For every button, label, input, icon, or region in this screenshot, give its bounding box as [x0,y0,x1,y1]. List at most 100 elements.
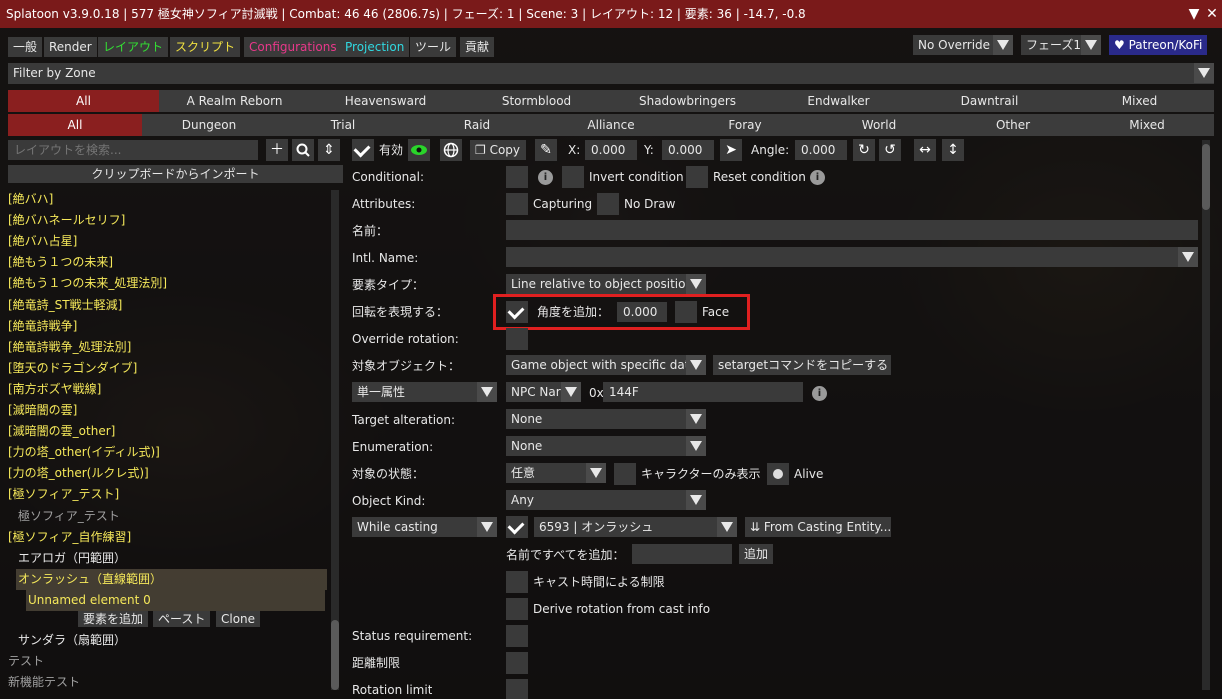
tab-expansion-sb[interactable]: Stormblood [461,90,612,112]
tab-type-dungeon[interactable]: Dungeon [142,114,276,136]
tree-item[interactable]: [絶バハ] [8,189,53,210]
tree-item[interactable]: オンラッシュ（直線範囲） [16,568,327,590]
tab-type-alliance[interactable]: Alliance [544,114,678,136]
tab-type-other[interactable]: Other [946,114,1080,136]
search-zoom-icon[interactable] [292,139,314,161]
tree-scrollbar[interactable] [331,190,339,690]
add-element-button[interactable]: 要素を追加 [78,611,149,627]
tab-expansion-shb[interactable]: Shadowbringers [612,90,763,112]
add-all-by-name-input[interactable] [632,544,732,564]
tree-item[interactable]: サンダラ（扇範囲） [18,630,126,651]
tree-item[interactable]: 極ソフィア_テスト [18,506,120,527]
no-draw-checkbox[interactable] [597,193,619,215]
tree-item[interactable]: [絶もう１つの未来] [8,252,113,273]
intl-name-select[interactable] [506,247,1198,267]
tab-type-mixed[interactable]: Mixed [1080,114,1214,136]
tree-item[interactable]: エアロガ（円範囲） [18,548,126,569]
capturing-checkbox[interactable] [506,193,528,215]
copy-button[interactable]: ❐ Copy [470,140,526,160]
tree-item[interactable]: [堕天のドラゴンダイブ] [8,358,137,379]
rotation-limit-checkbox[interactable] [506,679,528,699]
conditional-checkbox[interactable] [506,166,528,188]
tree-item[interactable]: [極ソフィア_テスト] [8,484,119,505]
tree-item[interactable]: [滅暗闇の雲] [8,400,77,421]
casting-checkbox[interactable] [506,516,528,538]
tab-type-all[interactable]: All [8,114,142,136]
from-casting-entity-button[interactable]: ⇊ From Casting Entity... [745,517,891,537]
clone-button[interactable]: Clone [216,611,261,627]
tab-expansion-all[interactable]: All [8,90,159,112]
alive-checkbox[interactable] [767,463,789,485]
tree-item[interactable]: [力の塔_other(イディル式)] [8,442,160,463]
npc-name-select[interactable]: NPC Nar [506,382,581,402]
window-title[interactable]: Splatoon v3.9.0.18 | 577 極女神ソフィア討滅戦 | Co… [0,0,1222,28]
target-alteration-select[interactable]: None [506,409,706,429]
tree-item[interactable]: [絶竜詩_ST戦士軽減] [8,295,122,316]
tab-type-raid[interactable]: Raid [410,114,544,136]
tab-expansion-arr[interactable]: A Realm Reborn [159,90,310,112]
tab-tools[interactable]: ツール [410,37,457,57]
tree-item[interactable]: [絶もう１つの未来_処理法別] [8,273,167,294]
rotate-cw-icon[interactable]: ↻ [853,139,875,161]
layout-search-input[interactable] [8,140,258,160]
collapse-icon[interactable]: ▼ [1186,0,1202,28]
tab-render[interactable]: Render [44,37,97,57]
flip-horizontal-icon[interactable]: ↔ [914,139,936,161]
tree-item[interactable]: [絶バハネールセリフ] [8,210,125,231]
tab-type-foray[interactable]: Foray [678,114,812,136]
paste-button[interactable]: ペースト [153,611,211,627]
tab-type-world[interactable]: World [812,114,946,136]
tree-item[interactable]: [絶竜詩戦争_処理法別] [8,337,131,358]
tab-expansion-mixed[interactable]: Mixed [1065,90,1214,112]
override-select[interactable]: No Override [913,35,1013,55]
phase-select[interactable]: フェーズ1 [1021,35,1101,55]
reset-condition-checkbox[interactable] [686,166,708,188]
add-button[interactable]: 追加 [739,544,774,564]
tab-expansion-hw[interactable]: Heavensward [310,90,461,112]
tree-item[interactable]: [極ソフィア_自作練習] [8,527,131,548]
settings-scrollbar[interactable] [1202,140,1210,690]
target-state-select[interactable]: 任意 [506,463,606,483]
add-layout-icon[interactable]: ＋ [266,139,288,161]
tab-expansion-dt[interactable]: Dawntrail [914,90,1065,112]
tab-script[interactable]: スクリプト [170,37,241,57]
tree-item[interactable]: [南方ボズヤ戦線] [8,379,101,400]
copy-settarget-button[interactable]: setargetコマンドをコピーする [713,355,891,375]
element-type-select[interactable]: Line relative to object position [506,274,706,294]
cast-time-limit-checkbox[interactable] [506,571,528,593]
eye-icon[interactable] [408,139,430,161]
y-input[interactable]: 0.000 [662,140,714,160]
tree-item[interactable]: [絶バハ占星] [8,231,77,252]
while-casting-select[interactable]: While casting [352,517,497,537]
import-clipboard-button[interactable]: クリップボードからインポート [8,165,343,183]
angle-input[interactable]: 0.000 [795,140,847,160]
status-requirement-checkbox[interactable] [506,625,528,647]
tab-type-trial[interactable]: Trial [276,114,410,136]
cast-select[interactable]: 6593 | オンラッシュ [534,517,737,537]
x-input[interactable]: 0.000 [585,140,637,160]
tab-expansion-ew[interactable]: Endwalker [763,90,914,112]
tree-item[interactable]: [絶竜詩戦争] [8,316,77,337]
cursor-icon[interactable]: ➤ [720,139,742,161]
tree-item[interactable]: [力の塔_other(ルクレ式)] [8,463,149,484]
derive-rotation-checkbox[interactable] [506,598,528,620]
tab-layout[interactable]: レイアウト [98,37,169,57]
enabled-checkbox[interactable] [352,139,374,161]
rotate-ccw-icon[interactable]: ↺ [879,139,901,161]
tab-contrib[interactable]: 貢献 [460,37,495,57]
tab-general[interactable]: 一般 [8,37,43,57]
object-kind-select[interactable]: Any [506,490,706,510]
filter-zone-select[interactable]: Filter by Zone [8,63,1214,84]
tab-projection[interactable]: Projection [340,37,410,57]
close-icon[interactable]: ✕ [1204,0,1220,28]
enumeration-select[interactable]: None [506,436,706,456]
name-input[interactable] [506,220,1198,240]
flip-vertical-icon[interactable]: ↕ [942,139,964,161]
single-attribute-select[interactable]: 単一属性 [352,382,497,402]
settings-scroll-thumb[interactable] [1202,144,1210,210]
invert-condition-checkbox[interactable] [562,166,584,188]
tree-item[interactable]: [滅暗闇の雲_other] [8,421,115,442]
tree-scroll-thumb[interactable] [331,620,339,690]
npc-id-input[interactable]: 144F [603,382,803,402]
override-rotation-checkbox[interactable] [506,328,528,350]
